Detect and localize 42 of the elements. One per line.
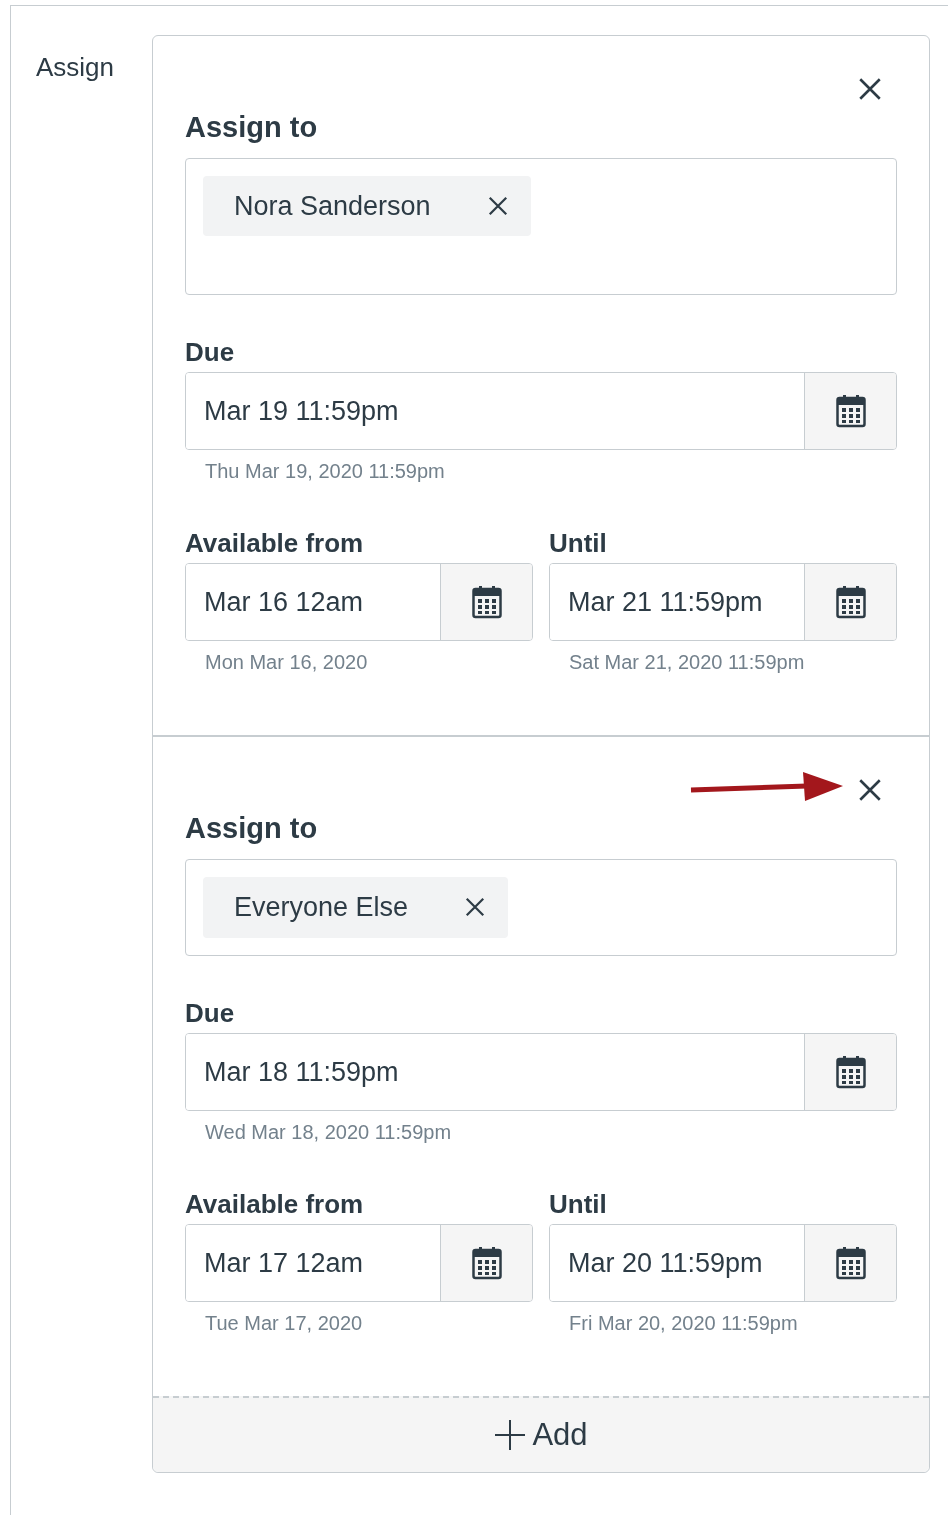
date-hint: Wed Mar 18, 2020 11:59pm bbox=[204, 1119, 453, 1145]
date-field[interactable]: Mar 20 11:59pm bbox=[549, 1224, 897, 1303]
close-icon bbox=[464, 896, 487, 919]
date-hint: Fri Mar 20, 2020 11:59pm bbox=[568, 1311, 799, 1337]
calendar-icon bbox=[835, 394, 866, 429]
field-label: Until bbox=[549, 528, 608, 560]
close-icon bbox=[486, 195, 509, 218]
assign-to-field[interactable]: Nora Sanderson bbox=[185, 157, 897, 295]
calendar-button[interactable] bbox=[804, 373, 896, 450]
date-field[interactable]: Mar 21 11:59pm bbox=[549, 563, 897, 642]
calendar-icon bbox=[835, 585, 866, 620]
date-hint: Mon Mar 16, 2020 bbox=[204, 650, 369, 676]
calendar-button[interactable] bbox=[440, 1225, 532, 1302]
calendar-icon bbox=[471, 585, 502, 620]
date-field[interactable]: Mar 17 12am bbox=[185, 1224, 533, 1303]
field-label: Assign to bbox=[185, 112, 319, 144]
date-field[interactable]: Mar 18 11:59pm bbox=[185, 1032, 897, 1111]
calendar-button[interactable] bbox=[804, 1225, 896, 1302]
token-label: Nora Sanderson bbox=[234, 189, 431, 223]
field-label: Due bbox=[185, 997, 236, 1029]
date-hint: Thu Mar 19, 2020 11:59pm bbox=[204, 459, 446, 485]
field-label: Available from bbox=[185, 1188, 365, 1221]
field-label: Assign to bbox=[185, 813, 319, 846]
date-field[interactable]: Mar 16 12am bbox=[185, 563, 533, 642]
token-label: Everyone Else bbox=[234, 891, 409, 925]
close-icon bbox=[857, 76, 883, 102]
calendar-button[interactable] bbox=[804, 564, 896, 641]
date-hint: Sat Mar 21, 2020 11:59pm bbox=[568, 650, 806, 676]
calendar-icon bbox=[835, 1246, 866, 1281]
field-label: Available from bbox=[185, 528, 365, 560]
calendar-icon bbox=[835, 1054, 866, 1089]
date-hint: Tue Mar 17, 2020 bbox=[204, 1311, 364, 1337]
add-button[interactable]: Add bbox=[153, 1396, 929, 1473]
date-field[interactable]: Mar 19 11:59pm bbox=[185, 372, 897, 451]
field-label: Until bbox=[549, 1188, 608, 1221]
field-label: Due bbox=[185, 336, 236, 369]
calendar-button[interactable] bbox=[440, 564, 532, 641]
plus-icon bbox=[494, 1419, 527, 1452]
assign-to-field[interactable]: Everyone Else bbox=[185, 859, 897, 956]
section-label: Assign bbox=[36, 52, 115, 82]
calendar-button[interactable] bbox=[804, 1033, 896, 1110]
calendar-icon bbox=[471, 1246, 502, 1281]
